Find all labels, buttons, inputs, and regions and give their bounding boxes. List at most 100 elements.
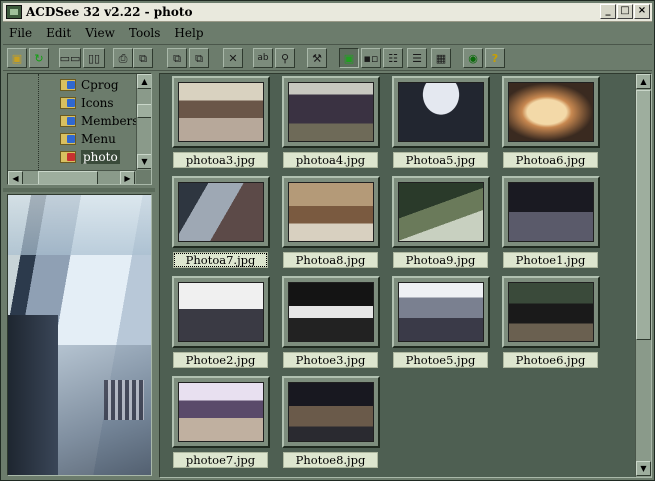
help-icon[interactable]: ? xyxy=(485,48,505,68)
rename-icon[interactable]: ✕ xyxy=(223,48,243,68)
photo-thumbnail xyxy=(508,82,594,142)
large-icons-view-icon[interactable]: ▣ xyxy=(339,48,359,68)
close-icon[interactable]: × xyxy=(634,4,650,19)
menu-edit[interactable]: Edit xyxy=(46,26,71,40)
photo-thumbnail xyxy=(288,282,374,342)
acdsee-window: ACDSee 32 v2.22 - photo _ □ × File Edit … xyxy=(0,0,655,481)
find-icon[interactable]: ab xyxy=(253,48,273,68)
print-icon[interactable]: ⎙ xyxy=(113,48,133,68)
menu-file[interactable]: File xyxy=(9,26,32,40)
tree-item-cprog[interactable]: Cprog xyxy=(60,76,119,94)
tree-item-photo[interactable]: photo xyxy=(60,148,120,166)
thumbnail-item[interactable]: Photoe2.jpg xyxy=(172,276,280,378)
thumbnail-item[interactable]: Photoa9.jpg xyxy=(392,176,500,278)
file-name-label: photoa4.jpg xyxy=(283,152,378,168)
refresh-icon[interactable]: ↻ xyxy=(29,48,49,68)
thumbnail-item[interactable]: Photoe6.jpg xyxy=(502,276,610,378)
scroll-left-icon[interactable]: ◀ xyxy=(8,171,23,184)
files-vertical-scrollbar[interactable]: ▲ ▼ xyxy=(635,74,651,477)
tree-item-label: Icons xyxy=(81,96,114,110)
thumbnail-item[interactable]: Photoa8.jpg xyxy=(282,176,390,278)
thumbnail-frame xyxy=(502,176,600,248)
menu-view[interactable]: View xyxy=(85,26,115,40)
file-name-label: Photoa7.jpg xyxy=(173,252,268,268)
photo-thumbnail xyxy=(398,282,484,342)
folder-icon xyxy=(60,79,76,91)
photo-thumbnail xyxy=(398,182,484,242)
thumbnail-frame xyxy=(392,176,490,248)
scroll-thumb[interactable] xyxy=(137,104,151,118)
file-name-label: Photoa8.jpg xyxy=(283,252,378,268)
scroll-down-icon[interactable]: ▼ xyxy=(636,461,651,476)
preview-icon[interactable]: ◉ xyxy=(463,48,483,68)
thumbnail-frame xyxy=(502,76,600,148)
tree-item-menu[interactable]: Menu xyxy=(60,130,116,148)
thumbnail-item[interactable]: photoa4.jpg xyxy=(282,76,390,178)
thumbnail-item[interactable]: Photoe1.jpg xyxy=(502,176,610,278)
photo-thumbnail xyxy=(178,282,264,342)
thumbnail-frame xyxy=(172,76,270,148)
title-bar[interactable]: ACDSee 32 v2.22 - photo _ □ × xyxy=(3,3,652,22)
pane-splitter[interactable] xyxy=(3,188,155,192)
browse-icon[interactable]: ▭▭ xyxy=(59,48,81,68)
delete-icon[interactable]: ⧉ xyxy=(189,48,209,68)
scroll-thumb[interactable] xyxy=(38,171,98,184)
tree-item-icons[interactable]: Icons xyxy=(60,94,114,112)
acdsee-app-icon[interactable] xyxy=(6,5,22,19)
file-name-label: Photoe3.jpg xyxy=(283,352,378,368)
menu-tools[interactable]: Tools xyxy=(129,26,161,40)
folder-tree[interactable]: Cprog Icons Members Menu photo ▲ ▼ ◀ ▶ xyxy=(7,73,152,185)
file-name-label: Photoe8.jpg xyxy=(283,452,378,468)
tree-item-label: Members xyxy=(81,114,139,128)
thumbnail-item[interactable]: photoe7.jpg xyxy=(172,376,280,477)
file-name-label: Photoe6.jpg xyxy=(503,352,598,368)
tree-item-label: Menu xyxy=(81,132,116,146)
thumbnail-item[interactable]: Photoe5.jpg xyxy=(392,276,500,378)
tree-item-label: Cprog xyxy=(81,78,119,92)
thumbnail-item[interactable]: Photoa6.jpg xyxy=(502,76,610,178)
scroll-down-icon[interactable]: ▼ xyxy=(137,154,151,169)
details-view-icon[interactable]: ☰ xyxy=(407,48,427,68)
thumbnails-view-icon[interactable]: ⚒ xyxy=(307,48,327,68)
move-icon[interactable]: ⧉ xyxy=(167,48,187,68)
scroll-up-icon[interactable]: ▲ xyxy=(636,74,651,89)
thumbnail-item[interactable]: Photoa7.jpg xyxy=(172,176,280,278)
copy-icon[interactable]: ⧉ xyxy=(133,48,153,68)
thumbnail-item[interactable]: Photoa5.jpg xyxy=(392,76,500,178)
photo-thumbnail xyxy=(508,282,594,342)
scroll-right-icon[interactable]: ▶ xyxy=(120,171,135,184)
scroll-thumb[interactable] xyxy=(636,90,651,340)
menu-help[interactable]: Help xyxy=(174,26,203,40)
tree-vertical-scrollbar[interactable]: ▲ ▼ xyxy=(136,74,151,170)
minimize-icon[interactable]: _ xyxy=(600,4,616,19)
thumbnail-frame xyxy=(172,376,270,448)
tools-icon[interactable]: ⚲ xyxy=(275,48,295,68)
list-view-icon[interactable]: ▪▫ xyxy=(361,48,381,68)
folder-up-icon[interactable]: ▣ xyxy=(7,48,27,68)
thumbnail-item[interactable]: Photoe3.jpg xyxy=(282,276,390,378)
tree-horizontal-scrollbar[interactable]: ◀ ▶ xyxy=(8,170,136,184)
file-name-label: Photoe5.jpg xyxy=(393,352,488,368)
thumbnail-item[interactable]: Photoe8.jpg xyxy=(282,376,390,477)
thumbnail-list[interactable]: photoa3.jpg photoa4.jpg Photoa5.jpg Phot… xyxy=(159,73,652,478)
file-name-label: Photoa5.jpg xyxy=(393,152,488,168)
file-name-label: Photoe1.jpg xyxy=(503,252,598,268)
tree-item-members[interactable]: Members xyxy=(60,112,138,130)
photo-thumbnail xyxy=(288,182,374,242)
photo-thumbnail xyxy=(398,82,484,142)
preview-sky xyxy=(8,195,151,255)
scroll-up-icon[interactable]: ▲ xyxy=(137,74,151,89)
thumbnail-item[interactable]: photoa3.jpg xyxy=(172,76,280,178)
thumbnail-frame xyxy=(282,376,380,448)
grid-view-icon[interactable]: ▦ xyxy=(431,48,451,68)
menu-bar: File Edit View Tools Help xyxy=(3,23,652,43)
tree-item-label: photo xyxy=(81,150,120,164)
thumbnail-frame xyxy=(392,76,490,148)
maximize-icon[interactable]: □ xyxy=(617,4,633,19)
thumbnail-frame xyxy=(392,276,490,348)
file-name-label: photoa3.jpg xyxy=(173,152,268,168)
photo-thumbnail xyxy=(178,382,264,442)
small-icons-view-icon[interactable]: ☷ xyxy=(383,48,403,68)
view-icon[interactable]: ▯▯ xyxy=(83,48,105,68)
photo-thumbnail xyxy=(178,82,264,142)
